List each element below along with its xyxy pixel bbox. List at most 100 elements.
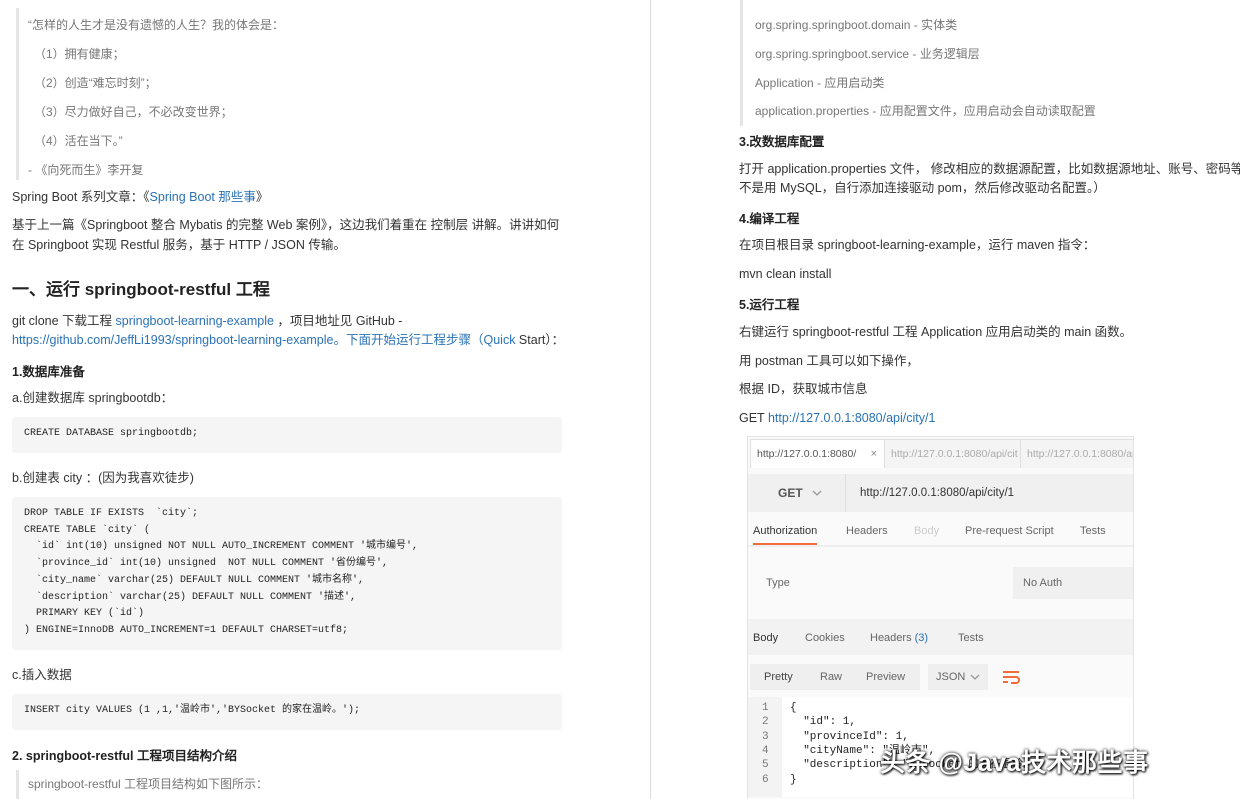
right-page: org.spring.springboot.domain - 实体类 org.s… bbox=[652, 0, 1240, 799]
step-3-line-1: 打开 application.properties 文件， 修改相应的数据源配置… bbox=[739, 162, 1240, 176]
quote-line: （1）拥有健康； bbox=[34, 47, 125, 61]
type-label: Type bbox=[766, 577, 790, 589]
auth-select[interactable]: No Auth bbox=[1013, 567, 1133, 599]
raw-button[interactable]: Raw bbox=[820, 664, 842, 690]
code-text: CREATE DATABASE springbootdb; bbox=[24, 428, 199, 439]
structure-line: Application - 应用启动类 bbox=[755, 76, 885, 90]
quote-line: “怎样的人生才是没有遗憾的人生？我的体会是： bbox=[28, 18, 284, 32]
chevron-down-icon bbox=[812, 490, 822, 496]
github-link[interactable]: https://github.com/JeffLi1993/springboot… bbox=[12, 333, 515, 347]
left-page: “怎样的人生才是没有遗憾的人生？我的体会是： （1）拥有健康； （2）创造“难忘… bbox=[0, 0, 650, 799]
structure-line: org.spring.springboot.service - 业务逻辑层 bbox=[755, 47, 980, 61]
series-suffix: 》 bbox=[255, 190, 269, 204]
format-label: JSON bbox=[936, 671, 966, 683]
get-line: GET http://127.0.0.1:8080/api/city/1 bbox=[739, 409, 935, 427]
step-3-heading: 3.改数据库配置 bbox=[739, 135, 825, 149]
tab-label: http://127.0.0.1:8080/ bbox=[757, 448, 857, 460]
request-tab[interactable]: http://127.0.0.1:8080/api bbox=[1020, 439, 1134, 468]
request-tab[interactable]: http://127.0.0.1:8080/api/cit bbox=[884, 439, 1022, 468]
url-input[interactable]: http://127.0.0.1:8080/api/city/1 bbox=[860, 474, 1014, 512]
get-prefix: GET bbox=[739, 411, 768, 425]
intro-line-1: 基于上一篇《Springboot 整合 Mybatis 的完整 Web 案例》，… bbox=[12, 218, 560, 232]
step-4-line: 在项目根目录 springboot-learning-example，运行 ma… bbox=[739, 238, 1096, 252]
step-1b: b.创建表 city ：(因为我喜欢徒步) bbox=[12, 471, 194, 485]
chevron-down-icon bbox=[970, 674, 980, 680]
code-text: INSERT city VALUES (1 ,1,'温岭市','BYSocket… bbox=[24, 705, 361, 716]
structure-line: application.properties - 应用配置文件，应用启动会自动读… bbox=[755, 104, 1096, 118]
request-tab-active[interactable]: http://127.0.0.1:8080/ × bbox=[750, 439, 886, 468]
json-line: { bbox=[790, 702, 797, 714]
line-number: 5 bbox=[762, 759, 769, 771]
tab-tests[interactable]: Tests bbox=[1080, 525, 1106, 537]
response-tab-cookies[interactable]: Cookies bbox=[805, 632, 845, 644]
close-icon[interactable]: × bbox=[871, 440, 877, 468]
auth-value: No Auth bbox=[1023, 577, 1063, 589]
pretty-button[interactable]: Pretty bbox=[764, 664, 793, 690]
github-suffix: Start）： bbox=[515, 333, 565, 347]
step-2-quote: springboot-restful 工程项目结构如下图所示： bbox=[28, 777, 269, 791]
url-bar: GET http://127.0.0.1:8080/api/city/1 bbox=[748, 474, 1133, 512]
quote-bar bbox=[16, 8, 19, 180]
clone-suffix: ，项目地址见 GitHub - bbox=[273, 314, 403, 328]
quote-line: （4）活在当下。” bbox=[34, 134, 123, 148]
line-number: 6 bbox=[762, 774, 769, 786]
watermark: 头条 @Java技术那些事 bbox=[880, 749, 1149, 777]
format-select[interactable]: JSON bbox=[928, 664, 988, 690]
line-number: 3 bbox=[762, 731, 769, 743]
step-1a: a.创建数据库 springbootdb： bbox=[12, 391, 174, 405]
clone-link[interactable]: springboot-learning-example bbox=[116, 314, 274, 328]
step-5-line-1: 右键运行 springboot-restful 工程 Application 应… bbox=[739, 325, 1133, 339]
step-3-line-2: 不是用 MySQL，自行添加连接驱动 pom，然后修改驱动名配置。） bbox=[739, 181, 1106, 195]
tab-body[interactable]: Body bbox=[914, 525, 939, 537]
maven-command: mvn clean install bbox=[739, 267, 832, 281]
page-divider bbox=[650, 0, 651, 799]
response-tabs-bar: Body Cookies Headers (3) Tests bbox=[748, 619, 1133, 655]
response-tab-body[interactable]: Body bbox=[753, 632, 778, 644]
series-prefix: Spring Boot 系列文章：《 bbox=[12, 190, 150, 204]
quote-line: （3）尽力做好自己，不必改变世界； bbox=[34, 105, 233, 119]
headers-count: (3) bbox=[914, 632, 929, 644]
tab-authorization[interactable]: Authorization bbox=[753, 525, 818, 545]
json-line: "id": 1, bbox=[790, 716, 857, 728]
quote-bar bbox=[16, 770, 19, 799]
step-1c: c.插入数据 bbox=[12, 668, 72, 682]
line-number: 1 bbox=[762, 702, 769, 714]
quote-bar bbox=[740, 0, 743, 126]
line-number: 2 bbox=[762, 716, 769, 728]
series-link[interactable]: Spring Boot 那些事 bbox=[150, 190, 256, 204]
github-line: https://github.com/JeffLi1993/springboot… bbox=[12, 331, 564, 349]
method-label: GET bbox=[778, 486, 803, 500]
wrap-lines-icon[interactable] bbox=[1002, 669, 1020, 685]
step-4-heading: 4.编译工程 bbox=[739, 212, 800, 226]
clone-line: git clone 下载工程 springboot-learning-examp… bbox=[12, 312, 402, 330]
quote-attribution: - 《向死而生》李开复 bbox=[28, 163, 144, 177]
tab-headers[interactable]: Headers bbox=[846, 525, 888, 537]
code-block-create-db: CREATE DATABASE springbootdb; bbox=[12, 417, 562, 453]
code-block-insert: INSERT city VALUES (1 ,1,'温岭市','BYSocket… bbox=[12, 694, 562, 730]
get-link[interactable]: http://127.0.0.1:8080/api/city/1 bbox=[768, 411, 935, 425]
step-5-heading: 5.运行工程 bbox=[739, 298, 800, 312]
divider bbox=[748, 545, 1133, 547]
clone-prefix: git clone 下载工程 bbox=[12, 314, 116, 328]
tab-label: http://127.0.0.1:8080/api/cit bbox=[891, 448, 1018, 460]
step-5-line-2: 用 postman 工具可以如下操作， bbox=[739, 354, 919, 368]
step-2-heading: 2. springboot-restful 工程项目结构介绍 bbox=[12, 749, 238, 763]
series-line: Spring Boot 系列文章：《Spring Boot 那些事》 bbox=[12, 188, 268, 206]
response-tab-headers[interactable]: Headers (3) bbox=[870, 632, 928, 644]
tab-pre-request-script[interactable]: Pre-request Script bbox=[965, 525, 1054, 537]
json-line: } bbox=[790, 774, 797, 786]
quote-line: （2）创造“难忘时刻”； bbox=[34, 76, 157, 90]
response-tab-tests[interactable]: Tests bbox=[958, 632, 984, 644]
section-heading: 一、运行 springboot-restful 工程 bbox=[12, 280, 270, 299]
code-text: DROP TABLE IF EXISTS `city`; CREATE TABL… bbox=[24, 508, 419, 636]
step-5-line-3: 根据 ID，获取城市信息 bbox=[739, 382, 868, 396]
intro-line-2: 在 Springboot 实现 Restful 服务，基于 HTTP / JSO… bbox=[12, 238, 346, 252]
preview-button[interactable]: Preview bbox=[866, 664, 905, 690]
code-block-create-table: DROP TABLE IF EXISTS `city`; CREATE TABL… bbox=[12, 497, 562, 650]
line-number: 4 bbox=[762, 745, 769, 757]
method-select[interactable]: GET bbox=[748, 474, 846, 512]
headers-label: Headers bbox=[870, 632, 912, 644]
view-mode-group: Pretty Raw Preview bbox=[750, 664, 920, 690]
tab-label: http://127.0.0.1:8080/api bbox=[1027, 448, 1134, 460]
step-1-heading: 1.数据库准备 bbox=[12, 365, 85, 379]
